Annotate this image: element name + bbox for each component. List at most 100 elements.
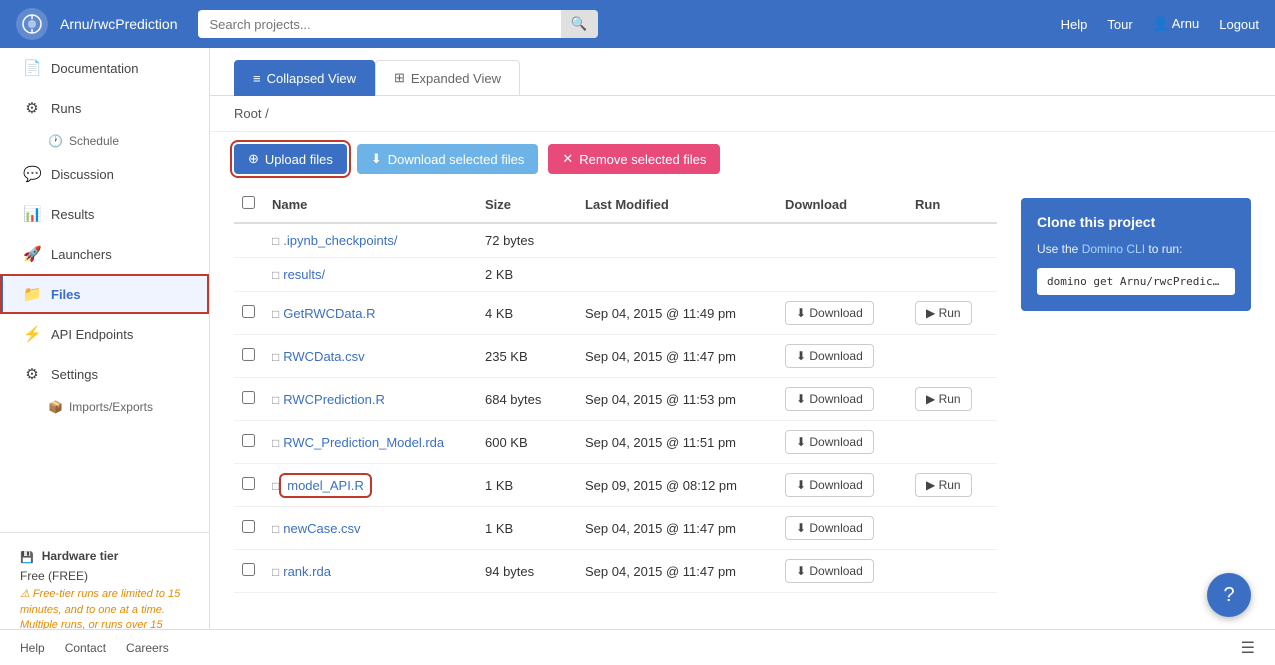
logout-link[interactable]: Logout — [1219, 17, 1259, 32]
sidebar-item-results[interactable]: 📊 Results — [0, 194, 209, 234]
download-button-getrwcdata[interactable]: ⬇ Download — [785, 301, 874, 325]
row-checkbox-model-api[interactable] — [242, 477, 255, 490]
chat-button[interactable]: ? — [1207, 573, 1251, 617]
col-modified-header: Last Modified — [577, 186, 777, 223]
file-download-cell-getrwcdata: ⬇ Download — [777, 292, 907, 335]
file-link-model-api[interactable]: model_API.R — [283, 477, 368, 494]
search-button[interactable]: 🔍 — [561, 10, 598, 38]
expanded-view-label: Expanded View — [411, 71, 501, 86]
file-link-results[interactable]: results/ — [283, 267, 325, 282]
upload-files-button[interactable]: ⊕ Upload files — [234, 144, 347, 174]
col-name-header: Name — [264, 186, 477, 223]
file-size-rwcprediction-r: 684 bytes — [477, 378, 577, 421]
runs-icon: ⚙ — [23, 99, 41, 117]
topnav-right: Help Tour 👤 Arnu Logout — [1061, 16, 1259, 32]
row-checkbox-rwc-prediction-model[interactable] — [242, 434, 255, 447]
download-button-rank-rda[interactable]: ⬇ Download — [785, 559, 874, 583]
run-button-rwcprediction-r[interactable]: ▶ Run — [915, 387, 972, 411]
file-link-getrwcdata[interactable]: GetRWCData.R — [283, 306, 375, 321]
file-download-cell-rwcprediction-r: ⬇ Download — [777, 378, 907, 421]
file-modified-rwcdata-csv: Sep 04, 2015 @ 11:47 pm — [577, 335, 777, 378]
sidebar-item-launchers[interactable]: 🚀 Launchers — [0, 234, 209, 274]
footer-contact[interactable]: Contact — [65, 641, 106, 655]
file-run-cell-model-api: ▶ Run — [907, 464, 997, 507]
sidebar-item-documentation[interactable]: 📄 Documentation — [0, 48, 209, 88]
sidebar-item-runs[interactable]: ⚙ Runs — [0, 88, 209, 128]
run-button-getrwcdata[interactable]: ▶ Run — [915, 301, 972, 325]
tab-expanded-view[interactable]: ⊞ Expanded View — [375, 60, 520, 96]
help-link[interactable]: Help — [1061, 17, 1088, 32]
sidebar-label-settings: Settings — [51, 367, 98, 382]
upload-icon: ⊕ — [248, 151, 259, 167]
file-download-cell-newcase-csv: ⬇ Download — [777, 507, 907, 550]
hamburger-icon[interactable]: ☰ — [1241, 638, 1255, 658]
file-size-getrwcdata: 4 KB — [477, 292, 577, 335]
file-run-cell-rwcprediction-r: ▶ Run — [907, 378, 997, 421]
file-size-rank-rda: 94 bytes — [477, 550, 577, 593]
sidebar-item-schedule[interactable]: 🕐 Schedule — [0, 128, 209, 154]
search-input[interactable] — [198, 11, 561, 38]
download-button-rwcdata-csv[interactable]: ⬇ Download — [785, 344, 874, 368]
topnav: Arnu/rwcPrediction 🔍 Help Tour 👤 Arnu Lo… — [0, 0, 1275, 48]
sidebar-label-api: API Endpoints — [51, 327, 133, 342]
domino-cli-link[interactable]: Domino CLI — [1082, 242, 1145, 256]
file-area: Name Size Last Modified Download Run □.i… — [210, 186, 1275, 617]
file-size-results: 2 KB — [477, 258, 577, 292]
download-button-rwc-prediction-model[interactable]: ⬇ Download — [785, 430, 874, 454]
row-checkbox-rwcdata-csv[interactable] — [242, 348, 255, 361]
sidebar-item-imports-exports[interactable]: 📦 Imports/Exports — [0, 394, 209, 420]
file-link-newcase-csv[interactable]: newCase.csv — [283, 521, 360, 536]
footer-careers[interactable]: Careers — [126, 641, 169, 655]
sidebar-item-discussion[interactable]: 💬 Discussion — [0, 154, 209, 194]
user-link[interactable]: 👤 Arnu — [1153, 16, 1200, 32]
folder-icon: □ — [272, 234, 279, 248]
footer: Help Contact Careers ☰ — [0, 629, 1275, 665]
view-tabs: ≡ Collapsed View ⊞ Expanded View — [210, 48, 1275, 96]
file-table: Name Size Last Modified Download Run □.i… — [234, 186, 997, 593]
file-download-cell-results — [777, 258, 907, 292]
sidebar-item-files[interactable]: 📁 Files — [0, 274, 209, 314]
table-row: □RWCPrediction.R684 bytesSep 04, 2015 @ … — [234, 378, 997, 421]
file-link-rwcdata-csv[interactable]: RWCData.csv — [283, 349, 364, 364]
run-button-model-api[interactable]: ▶ Run — [915, 473, 972, 497]
file-link-rank-rda[interactable]: rank.rda — [283, 564, 331, 579]
main-content: ≡ Collapsed View ⊞ Expanded View Root / … — [210, 48, 1275, 665]
download-button-newcase-csv[interactable]: ⬇ Download — [785, 516, 874, 540]
select-all-checkbox[interactable] — [242, 196, 255, 209]
clone-description: Use the Domino CLI to run: — [1037, 240, 1235, 258]
file-name-cell: □rank.rda — [264, 550, 477, 593]
sidebar-label-results: Results — [51, 207, 94, 222]
footer-help[interactable]: Help — [20, 641, 45, 655]
row-checkbox-rwcprediction-r[interactable] — [242, 391, 255, 404]
clone-desc-pre: Use the — [1037, 242, 1082, 256]
sidebar-item-api-endpoints[interactable]: ⚡ API Endpoints — [0, 314, 209, 354]
file-modified-newcase-csv: Sep 04, 2015 @ 11:47 pm — [577, 507, 777, 550]
file-name-cell: □model_API.R — [264, 464, 477, 507]
file-icon: □ — [272, 522, 279, 536]
download-button-model-api[interactable]: ⬇ Download — [785, 473, 874, 497]
download-button-rwcprediction-r[interactable]: ⬇ Download — [785, 387, 874, 411]
file-link-rwc-prediction-model[interactable]: RWC_Prediction_Model.rda — [283, 435, 444, 450]
file-modified-rank-rda: Sep 04, 2015 @ 11:47 pm — [577, 550, 777, 593]
download-selected-button[interactable]: ⬇ Download selected files — [357, 144, 538, 174]
file-modified-rwc-prediction-model: Sep 04, 2015 @ 11:51 pm — [577, 421, 777, 464]
file-run-cell-ipynb — [907, 223, 997, 258]
tab-collapsed-view[interactable]: ≡ Collapsed View — [234, 60, 375, 96]
table-row: □.ipynb_checkpoints/72 bytes — [234, 223, 997, 258]
file-size-rwcdata-csv: 235 KB — [477, 335, 577, 378]
row-checkbox-getrwcdata[interactable] — [242, 305, 255, 318]
logo[interactable] — [16, 8, 48, 40]
file-link-rwcprediction-r[interactable]: RWCPrediction.R — [283, 392, 385, 407]
file-icon: □ — [272, 436, 279, 450]
clone-command[interactable]: domino get Arnu/rwcPredicti — [1037, 268, 1235, 295]
hardware-title: Hardware tier — [42, 549, 119, 563]
tour-link[interactable]: Tour — [1107, 17, 1132, 32]
sidebar-item-settings[interactable]: ⚙ Settings — [0, 354, 209, 394]
table-row: □RWC_Prediction_Model.rda600 KBSep 04, 2… — [234, 421, 997, 464]
topnav-brand[interactable]: Arnu/rwcPrediction — [60, 16, 178, 32]
collapsed-icon: ≡ — [253, 71, 261, 86]
row-checkbox-newcase-csv[interactable] — [242, 520, 255, 533]
file-link-ipynb[interactable]: .ipynb_checkpoints/ — [283, 233, 397, 248]
row-checkbox-rank-rda[interactable] — [242, 563, 255, 576]
remove-selected-button[interactable]: ✕ Remove selected files — [548, 144, 720, 174]
